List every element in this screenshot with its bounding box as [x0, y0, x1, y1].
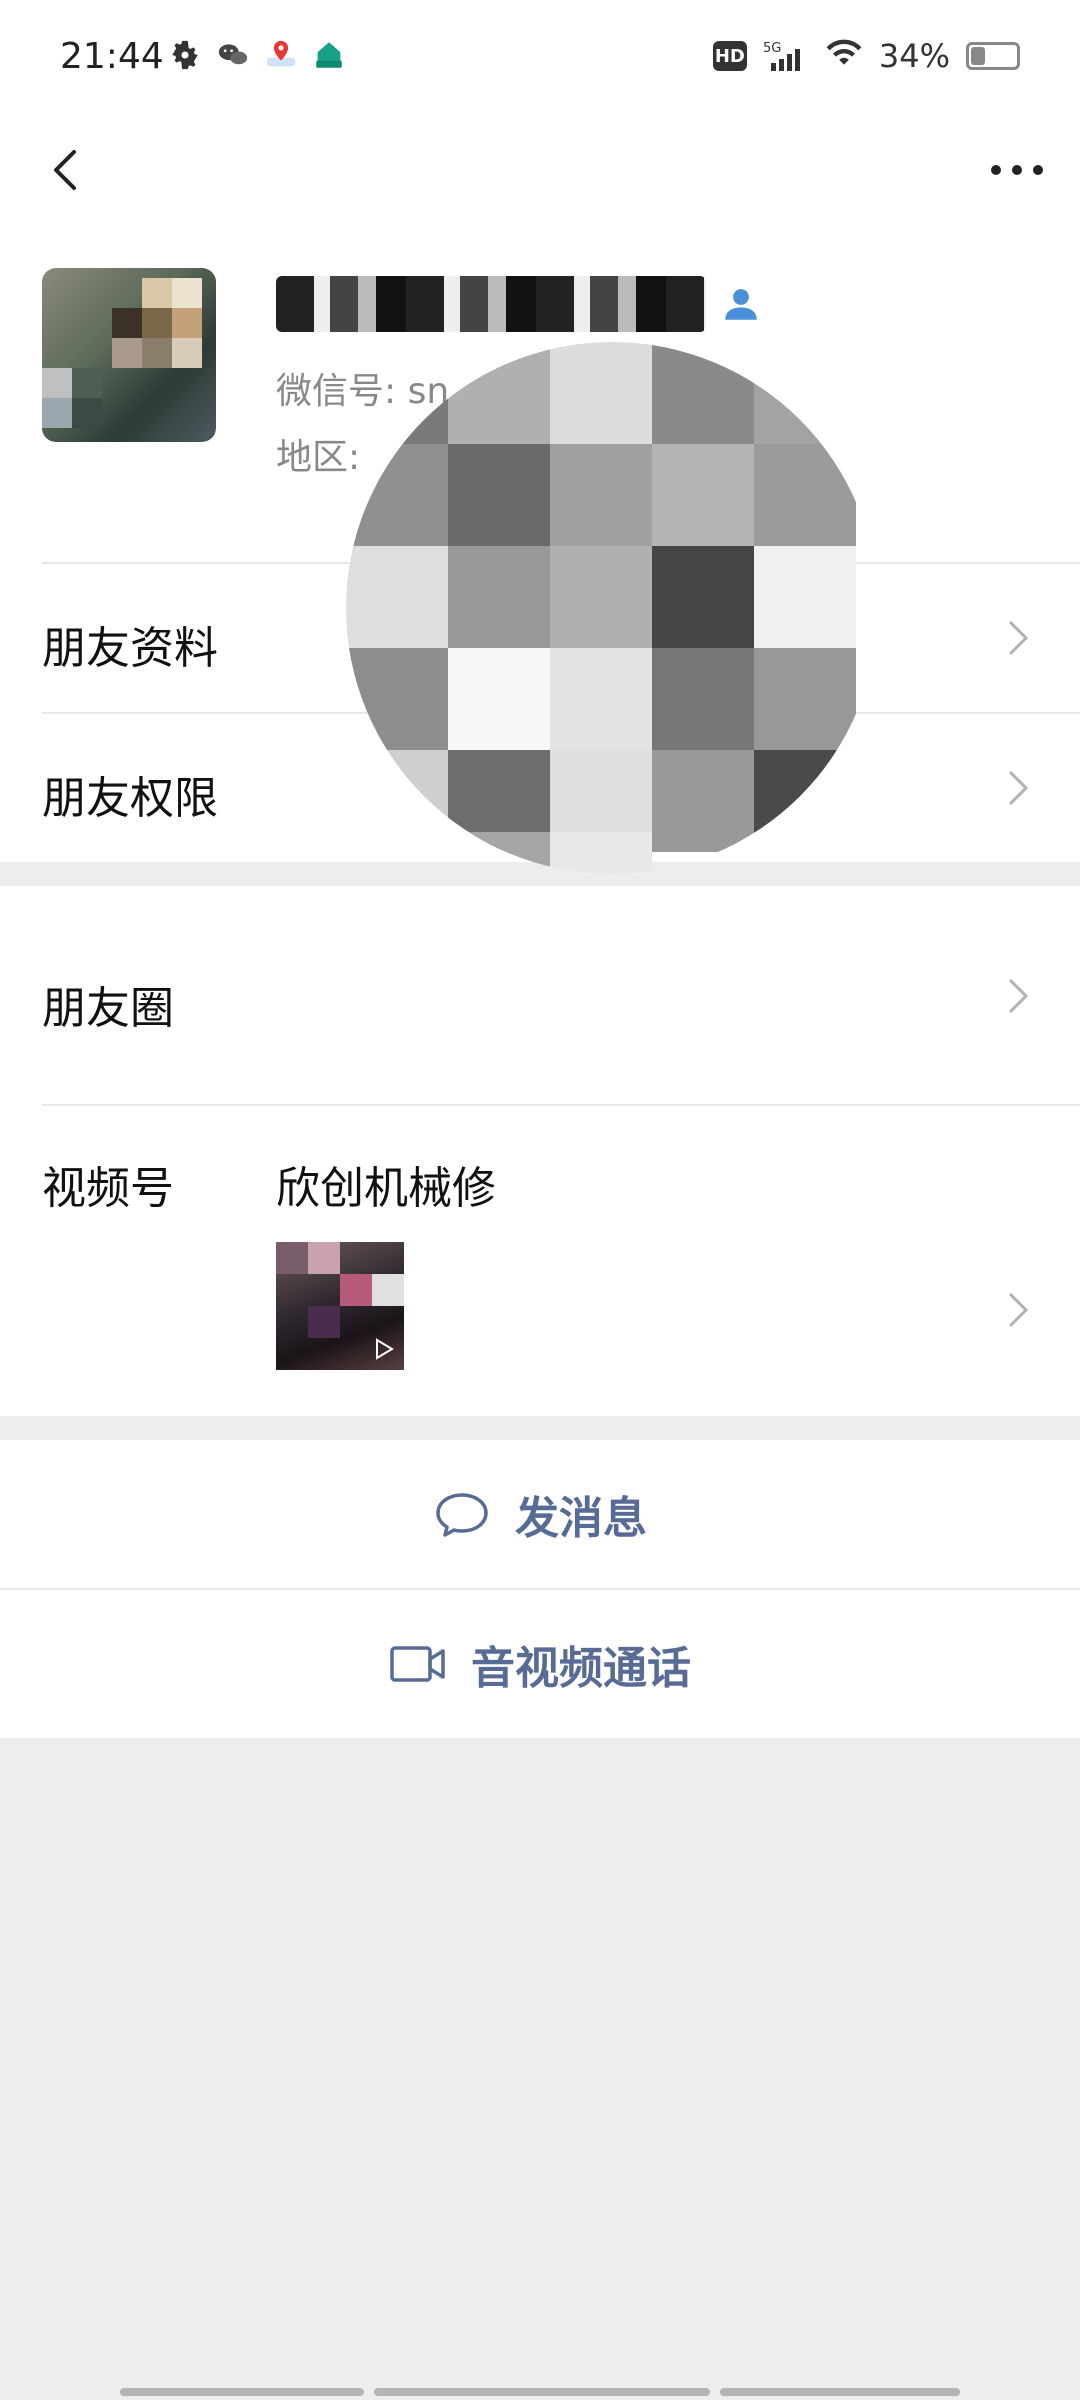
- signal-icon: 5G: [763, 39, 809, 73]
- chevron-right-icon: [1008, 770, 1029, 806]
- moments-row[interactable]: 朋友圈: [0, 886, 1080, 1104]
- status-time: 21:44: [60, 36, 164, 77]
- more-button[interactable]: [982, 140, 1052, 200]
- video-camera-icon: [390, 1646, 445, 1682]
- verified-person-icon: [720, 283, 762, 325]
- settings-icon: [168, 38, 202, 72]
- friend-profile-label: 朋友资料: [42, 623, 218, 674]
- profile-name-redacted: [276, 276, 706, 332]
- hd-badge: HD: [712, 41, 747, 71]
- friend-permissions-label: 朋友权限: [42, 773, 218, 824]
- app-store-icon: [312, 38, 346, 72]
- wifi-icon: [825, 36, 863, 76]
- back-button[interactable]: [36, 140, 96, 200]
- video-call-label: 音视频通话: [471, 1643, 691, 1694]
- channels-label: 视频号: [42, 1163, 174, 1214]
- gesture-bar: [120, 2388, 960, 2396]
- channels-account-name: 欣创机械修: [276, 1163, 496, 1214]
- video-call-button[interactable]: 音视频通话: [0, 1590, 1080, 1738]
- moments-label: 朋友圈: [42, 983, 174, 1034]
- privacy-mosaic-overlay: [346, 342, 878, 874]
- channels-row[interactable]: 视频号 欣创机械修: [0, 1104, 1080, 1416]
- map-pin-icon: [264, 38, 298, 72]
- profile-name-row: [276, 276, 762, 332]
- wechat-icon: [216, 38, 250, 72]
- chevron-right-icon: [1008, 978, 1029, 1014]
- play-icon: [376, 1338, 394, 1360]
- chevron-right-icon: [1008, 620, 1029, 656]
- battery-percent: 34%: [878, 37, 950, 75]
- nav-bar: [0, 118, 1080, 222]
- status-app-icons: [168, 38, 346, 72]
- divider: [42, 1104, 1080, 1106]
- battery-icon: [966, 42, 1020, 70]
- chevron-left-icon: [54, 150, 76, 190]
- status-right-group: HD 5G 34%: [712, 36, 1020, 76]
- chevron-right-icon: [1008, 1292, 1029, 1328]
- chat-bubble-icon: [436, 1493, 488, 1537]
- send-message-button[interactable]: 发消息: [0, 1440, 1080, 1588]
- more-dots-icon: [991, 165, 1043, 175]
- channels-video-thumbnail[interactable]: [276, 1242, 404, 1370]
- send-message-label: 发消息: [515, 1493, 647, 1544]
- network-label: 5G: [763, 41, 781, 56]
- avatar[interactable]: [42, 268, 216, 442]
- status-bar: 21:44 HD 5G 34%: [0, 0, 1080, 118]
